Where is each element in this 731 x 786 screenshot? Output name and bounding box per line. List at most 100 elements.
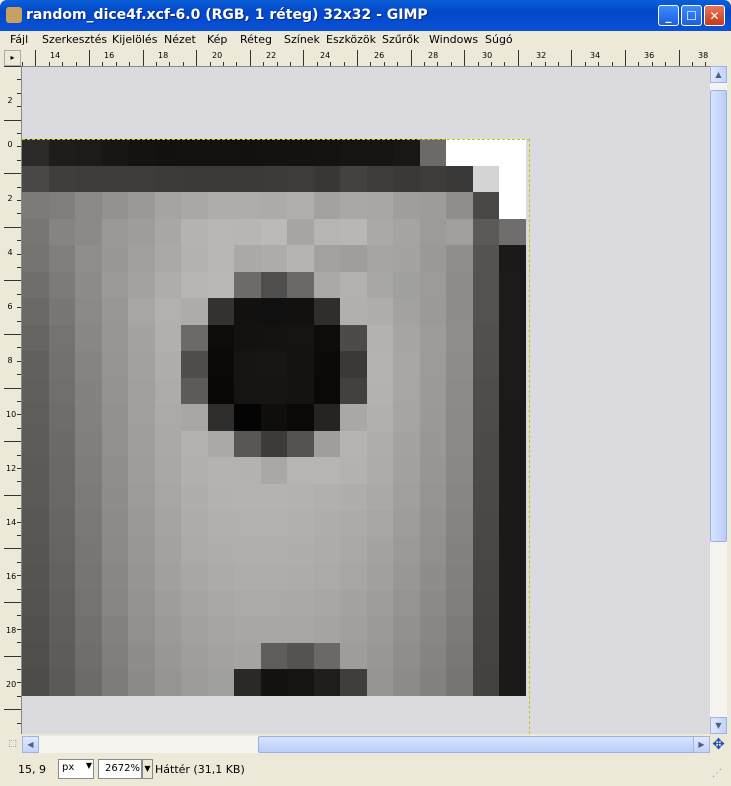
menu-select[interactable]: Kijelölés xyxy=(112,33,157,46)
scroll-right-button[interactable]: ▶ xyxy=(693,736,710,753)
image-pixel xyxy=(155,166,182,193)
image-pixel xyxy=(128,298,155,325)
image-pixel xyxy=(261,325,288,352)
image-pixel xyxy=(181,166,208,193)
ruler-label: 24 xyxy=(320,51,331,60)
zoom-dropdown-button[interactable]: ▼ xyxy=(142,759,153,779)
ruler-label: 30 xyxy=(482,51,493,60)
image-pixel xyxy=(393,272,420,299)
horizontal-scrollbar[interactable]: ◀ ▶ xyxy=(22,736,710,753)
image-pixel xyxy=(261,351,288,378)
ruler-corner-menu-button[interactable]: ▸ xyxy=(4,50,21,66)
image-pixel xyxy=(287,325,314,352)
image-pixel xyxy=(446,192,473,219)
scroll-up-button[interactable]: ▲ xyxy=(710,66,727,83)
image-pixel xyxy=(499,616,526,643)
image-pixel xyxy=(234,192,261,219)
image-canvas[interactable] xyxy=(22,67,710,734)
image-pixel xyxy=(181,378,208,405)
image-pixel xyxy=(75,272,102,299)
image-pixel xyxy=(102,219,129,246)
image-pixel xyxy=(446,139,473,166)
image-pixel xyxy=(49,272,76,299)
horizontal-scroll-thumb[interactable] xyxy=(258,736,708,753)
image-pixel xyxy=(155,192,182,219)
ruler-tick xyxy=(665,62,666,66)
image-pixel xyxy=(367,272,394,299)
vertical-ruler[interactable]: 2 0 2 4 6 8 10 12 14 16 18 20 xyxy=(4,66,22,734)
menu-edit[interactable]: Szerkesztés xyxy=(42,33,107,46)
image-pixel xyxy=(49,616,76,643)
image-pixel xyxy=(393,457,420,484)
image-pixel xyxy=(22,669,49,696)
menu-tools[interactable]: Eszközök xyxy=(326,33,376,46)
image-pixel xyxy=(234,166,261,193)
scroll-down-button[interactable]: ▼ xyxy=(710,717,727,734)
menu-filters[interactable]: Szűrők xyxy=(382,33,419,46)
image-pixel xyxy=(473,669,500,696)
image-pixel xyxy=(393,643,420,670)
ruler-tick xyxy=(17,374,21,375)
image-pixel xyxy=(287,272,314,299)
close-button[interactable]: ✕ xyxy=(704,5,725,26)
image-pixel xyxy=(314,510,341,537)
maximize-button[interactable]: ☐ xyxy=(681,5,702,26)
menu-layer[interactable]: Réteg xyxy=(240,33,272,46)
image-pixel xyxy=(420,484,447,511)
image-pixel xyxy=(473,563,500,590)
image-pixel xyxy=(314,616,341,643)
ruler-tick xyxy=(17,160,21,161)
image-pixel xyxy=(181,643,208,670)
image-pixel xyxy=(128,484,155,511)
navigate-icon[interactable]: ✥ xyxy=(710,736,727,753)
image-pixel xyxy=(75,669,102,696)
image-pixel xyxy=(314,351,341,378)
image-pixel xyxy=(287,245,314,272)
scroll-left-button[interactable]: ◀ xyxy=(22,736,39,753)
image-pixel xyxy=(287,378,314,405)
menu-view[interactable]: Nézet xyxy=(164,33,196,46)
image-pixel xyxy=(208,404,235,431)
image-pixel xyxy=(155,378,182,405)
image-pixel xyxy=(340,139,367,166)
ruler-tick xyxy=(17,723,21,724)
menu-file[interactable]: Fájl xyxy=(10,33,28,46)
menu-image[interactable]: Kép xyxy=(207,33,227,46)
image-pixel xyxy=(208,192,235,219)
ruler-tick xyxy=(4,441,21,442)
image-pixel xyxy=(22,537,49,564)
vertical-scrollbar[interactable]: ▲ ▼ xyxy=(710,66,727,734)
unit-select[interactable]: px ▼ xyxy=(58,759,94,779)
image-pixel xyxy=(446,590,473,617)
image-pixel xyxy=(393,378,420,405)
image-pixel xyxy=(102,245,129,272)
ruler-tick xyxy=(384,62,385,66)
menu-help[interactable]: Súgó xyxy=(485,33,513,46)
image-pixel xyxy=(420,431,447,458)
resize-grip-icon[interactable]: ⋰ xyxy=(712,768,726,782)
image-pixel xyxy=(49,404,76,431)
menu-windows[interactable]: Windows xyxy=(429,33,478,46)
vertical-scroll-thumb[interactable] xyxy=(710,90,727,542)
ruler-tick xyxy=(344,62,345,66)
image-pixel xyxy=(234,563,261,590)
zoom-input[interactable]: 2672% xyxy=(98,759,142,779)
image-pixel xyxy=(340,325,367,352)
horizontal-ruler[interactable]: 14 16 18 20 22 24 26 28 30 32 34 36 38 xyxy=(22,50,710,67)
minimize-button[interactable]: _ xyxy=(658,5,679,26)
ruler-label: 14 xyxy=(50,51,61,60)
quick-mask-toggle-icon[interactable]: ⬚ xyxy=(4,736,21,753)
image-pixel xyxy=(128,590,155,617)
image-pixel xyxy=(22,192,49,219)
image-pixel xyxy=(75,404,102,431)
menu-colors[interactable]: Színek xyxy=(284,33,320,46)
image-pixel xyxy=(102,563,129,590)
image-pixel xyxy=(261,298,288,325)
title-bar[interactable]: random_dice4f.xcf-6.0 (RGB, 1 réteg) 32x… xyxy=(0,0,731,31)
image-pixel xyxy=(22,590,49,617)
image-pixel xyxy=(102,643,129,670)
image-pixel xyxy=(155,457,182,484)
image-pixel xyxy=(473,219,500,246)
image-pixel xyxy=(75,139,102,166)
ruler-tick xyxy=(411,50,412,66)
